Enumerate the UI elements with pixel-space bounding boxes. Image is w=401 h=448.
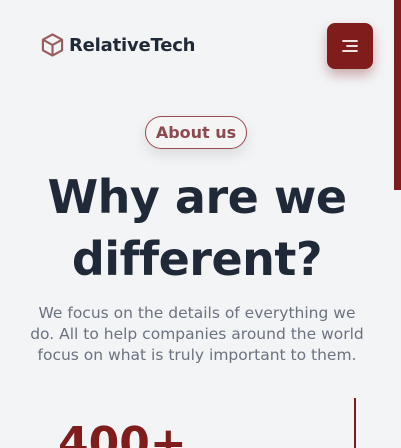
menu-button[interactable] xyxy=(327,23,373,69)
title-line-2: different? xyxy=(71,232,323,286)
cube-icon xyxy=(41,33,64,57)
site-header: RelativeTech xyxy=(0,0,401,90)
page-title: Why are we different? xyxy=(0,166,394,290)
description-line-3: focus on what is truly important to them… xyxy=(37,346,357,364)
page: RelativeTech About us Why are we differe… xyxy=(0,0,401,448)
page-scrollbar[interactable] xyxy=(394,0,401,448)
hero-description: We focus on the details of everything we… xyxy=(10,303,384,366)
scrollbar-thumb[interactable] xyxy=(394,0,401,190)
about-us-badge: About us xyxy=(145,116,247,149)
brand-name: RelativeTech xyxy=(69,34,196,56)
brand-logo[interactable]: RelativeTech xyxy=(41,32,195,58)
stat-value: 400+ xyxy=(58,418,187,448)
title-line-1: Why are we xyxy=(47,170,347,224)
description-line-1: We focus on the details of everything we xyxy=(38,304,356,322)
hamburger-menu-icon xyxy=(342,40,358,52)
stat-divider xyxy=(354,398,356,448)
description-line-2: do. All to help companies around the wor… xyxy=(30,325,364,343)
